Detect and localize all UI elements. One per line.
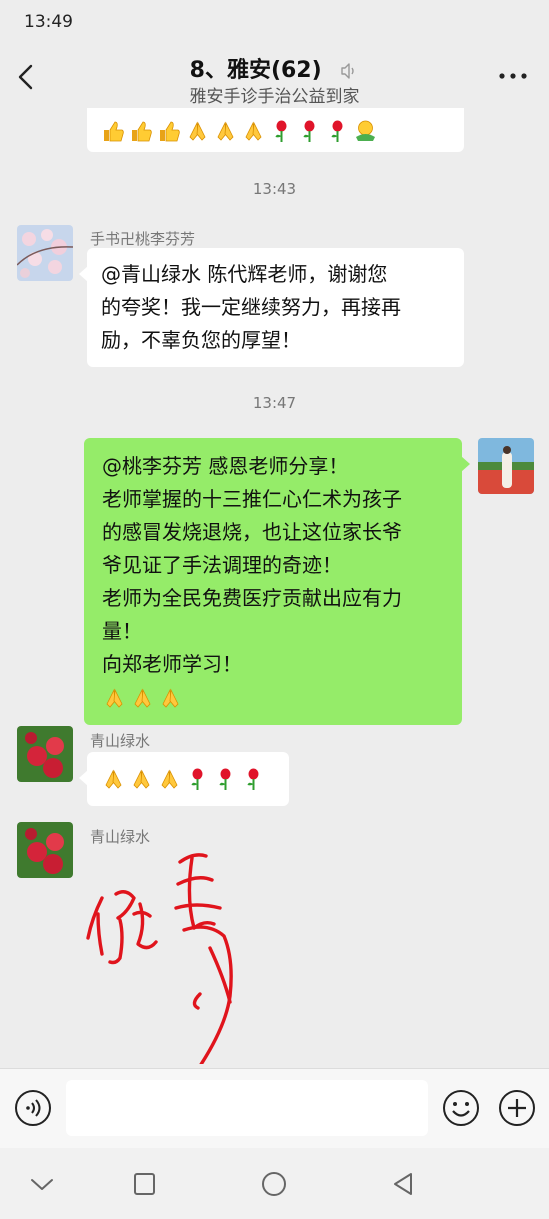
message-bubble[interactable]: @青山绿水 陈代辉老师，谢谢您 的夸奖！我一定继续努力，再接再 励，不辜负您的厚…	[79, 248, 464, 367]
more-button[interactable]	[495, 62, 531, 90]
handwriting-image	[86, 853, 233, 1068]
status-time: 13:49	[24, 12, 73, 32]
message-line: 量！	[102, 619, 142, 643]
chat-title: 8、雅安(62)	[0, 52, 549, 84]
rose-emoji	[213, 767, 238, 792]
more-icon	[499, 73, 527, 79]
message-input[interactable]	[66, 1080, 428, 1136]
input-bar	[0, 1068, 549, 1148]
pray-emoji	[130, 686, 155, 711]
rose-emoji	[297, 119, 322, 144]
rose-emoji	[185, 767, 210, 792]
message-line: 的夸奖！我一定继续努力，再接再	[101, 295, 401, 319]
handwritten-sticker[interactable]	[80, 844, 260, 1068]
avatar[interactable]	[17, 726, 73, 782]
message-line: 老师掌握的十三推仁心仁术为孩子	[102, 487, 402, 511]
pray-emoji	[157, 767, 182, 792]
voice-button[interactable]	[14, 1089, 52, 1127]
cherry-blossom-avatar	[17, 225, 73, 281]
pray-emoji	[129, 767, 154, 792]
thumbs-up-emoji	[101, 119, 126, 144]
chat-subtitle: 雅安手诊手治公益到家	[189, 87, 360, 107]
back-nav-button[interactable]	[387, 1168, 419, 1200]
message-line: @桃李芬芳 感恩老师分享！	[102, 454, 349, 478]
red-flower-avatar	[17, 822, 73, 878]
message-list[interactable]: 13:43 手书卍桃李芬芳 @青山绿水 陈代辉老师，谢谢您 的夸奖！我一定继续努…	[0, 108, 549, 1068]
thumbs-up-emoji	[129, 119, 154, 144]
pray-emoji	[185, 119, 210, 144]
my-avatar[interactable]	[478, 438, 534, 494]
chevron-down-icon	[31, 1179, 53, 1190]
rose-emoji	[269, 119, 294, 144]
triangle-back-icon	[394, 1173, 412, 1195]
message-line: 的感冒发烧退烧，也让这位家长爷	[102, 520, 402, 544]
person-photo-avatar	[478, 438, 534, 494]
hug-emoji	[353, 119, 378, 144]
mute-icon	[341, 63, 355, 79]
emoji-row	[101, 762, 275, 796]
hide-keyboard-button[interactable]	[26, 1168, 58, 1200]
rose-emoji	[325, 119, 350, 144]
pray-emoji	[213, 119, 238, 144]
emoji-row	[101, 114, 450, 148]
chat-title-text: 8、雅安(62)	[189, 58, 322, 83]
message-line: @青山绿水 陈代辉老师，谢谢您	[101, 262, 388, 286]
status-bar: 13:49	[0, 0, 549, 44]
square-icon	[134, 1173, 155, 1195]
pray-emoji	[102, 686, 127, 711]
avatar[interactable]	[17, 225, 73, 281]
avatar[interactable]	[17, 822, 73, 878]
plus-icon	[499, 1090, 535, 1126]
message-line: 爷见证了手法调理的奇迹！	[102, 553, 342, 577]
thumbs-up-emoji	[157, 119, 182, 144]
emoji-button[interactable]	[442, 1089, 480, 1127]
message-line: 向郑老师学习！	[102, 652, 242, 676]
red-flower-avatar	[17, 726, 73, 782]
emoji-row	[102, 681, 446, 715]
circle-icon	[262, 1172, 286, 1196]
message-bubble-emoji[interactable]	[79, 752, 289, 806]
sender-name: 青山绿水	[90, 732, 151, 750]
pray-emoji	[241, 119, 266, 144]
message-line: 老师为全民免费医疗贡献出应有力	[102, 586, 402, 610]
system-nav-bar	[0, 1148, 549, 1219]
pray-emoji	[101, 767, 126, 792]
timestamp: 13:43	[252, 180, 297, 198]
message-line: 励，不辜负您的厚望！	[101, 328, 301, 352]
sender-name: 手书卍桃李芬芳	[90, 230, 196, 248]
plus-button[interactable]	[498, 1089, 536, 1127]
timestamp: 13:47	[252, 394, 297, 412]
rose-emoji	[241, 767, 266, 792]
chat-header: 8、雅安(62) 雅安手诊手治公益到家	[0, 44, 549, 108]
voice-icon	[15, 1090, 51, 1126]
recents-button[interactable]	[128, 1168, 160, 1200]
pray-emoji	[158, 686, 183, 711]
home-button[interactable]	[258, 1168, 290, 1200]
emoji-icon	[443, 1090, 479, 1126]
message-bubble-emoji[interactable]	[87, 108, 464, 152]
my-message-bubble[interactable]: @桃李芬芳 感恩老师分享！ 老师掌握的十三推仁心仁术为孩子 的感冒发烧退烧，也让…	[84, 438, 470, 725]
